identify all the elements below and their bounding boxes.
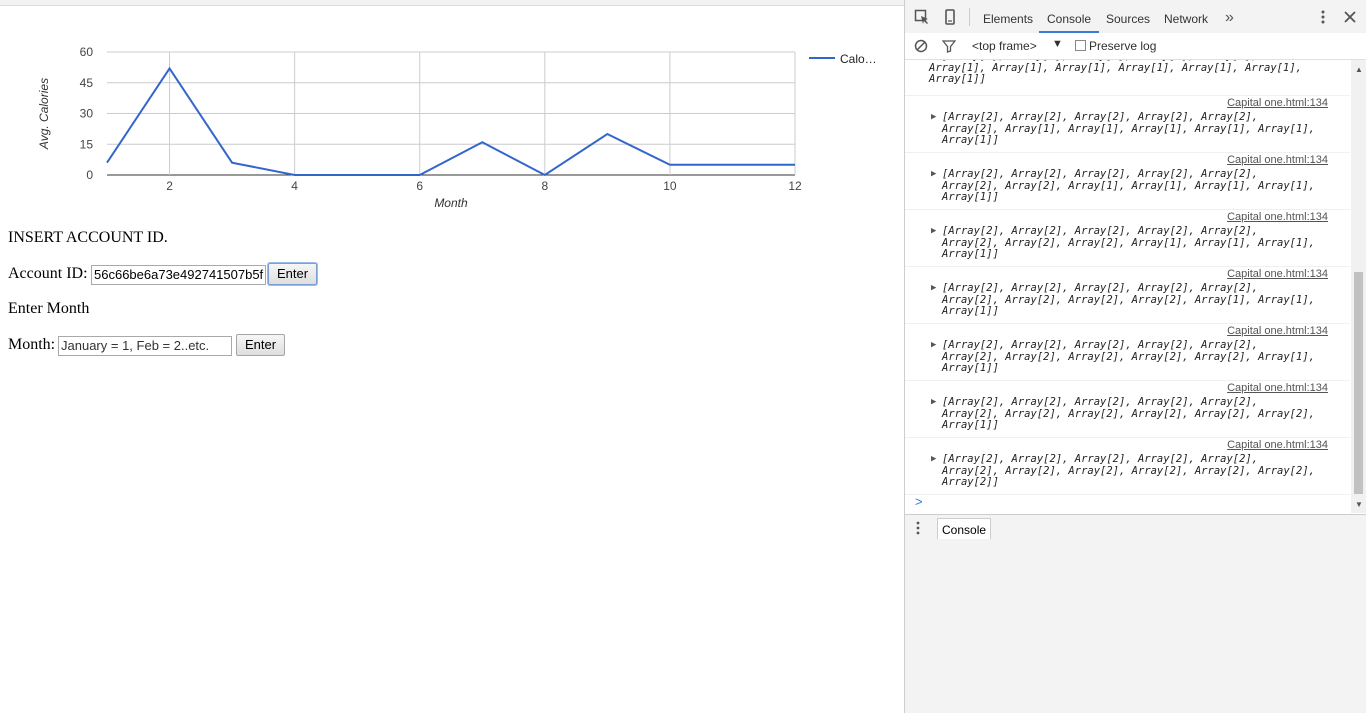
y-tick-label: 45 [80,76,94,90]
log-message: [Array[2], Array[2], Array[2], Array[2],… [942,339,1315,374]
calories-line-chart: 0 15 30 45 60 2 4 6 8 10 12 Calo… Month Avg. Calories [37,45,877,210]
preserve-log-checkbox[interactable] [1075,40,1086,51]
account-enter-button[interactable]: Enter [268,263,318,285]
log-message: [Array[2], Array[2], Array[2], Array[2],… [942,282,1315,317]
x-tick-label: 12 [788,179,802,193]
console-log-entry[interactable]: Capital one.html:134 ▶ [Array[2], Array[2]… [905,95,1350,153]
account-id-input[interactable]: 56c66be6a73e492741507b5f [91,265,266,285]
chevron-down-icon[interactable]: ▼ [1052,38,1063,50]
expand-triangle-icon[interactable]: ▶ [931,340,936,350]
x-tick-label: 10 [663,179,677,193]
log-source-link[interactable]: Capital one.html:134 [1227,154,1328,166]
inspect-icon[interactable] [914,9,930,25]
frame-select[interactable]: <top frame> [972,39,1037,53]
expand-triangle-icon[interactable]: ▶ [931,112,936,122]
toolbar-divider [969,8,970,26]
console-scrollbar[interactable]: ▲ ▼ [1351,60,1366,513]
scroll-thumb[interactable] [1354,272,1363,494]
y-tick-label: 15 [80,137,94,151]
log-source-link[interactable]: Capital one.html:134 [1227,211,1328,223]
y-axis-label: Avg. Calories [37,78,51,150]
console-log-entry[interactable]: Capital one.html:134 ▶ [Array[2], Array[2]… [905,437,1350,495]
month-heading: Enter Month [8,300,90,317]
console-prompt[interactable]: > [915,494,923,509]
log-message: [Array[2], Array[2], Array[2], Array[2],… [942,111,1315,146]
console-log-entry[interactable]: Capital one.html:134 ▶ [Array[2], Array[2]… [905,209,1350,267]
console-log-entry[interactable]: ▶ [Array[2], Array[2], Array[2], Array[2… [905,60,1350,96]
console-filter-bar: <top frame> ▼ Preserve log [905,33,1366,60]
close-icon[interactable] [1342,9,1358,25]
tab-sources[interactable]: Sources [1106,0,1150,33]
x-tick-label: 8 [541,179,548,193]
log-message: [Array[2], Array[2], Array[2], Array[2],… [942,396,1315,431]
console-log-list: ▶ [Array[2], Array[2], Array[2], Array[2… [905,60,1350,513]
scroll-up-icon[interactable]: ▲ [1355,65,1363,74]
log-message: ▶ [Array[2], Array[2], Array[2], Array[2… [929,60,1302,85]
expand-triangle-icon[interactable]: ▶ [931,283,936,293]
drawer-menu-icon[interactable] [915,521,921,535]
log-message: [Array[2], Array[2], Array[2], Array[2],… [942,225,1315,260]
drawer-tab-console[interactable]: Console [937,518,992,539]
log-source-link[interactable]: Capital one.html:134 [1227,97,1328,109]
tab-console[interactable]: Console [1039,0,1100,33]
expand-triangle-icon[interactable]: ▶ [931,454,936,464]
log-source-link[interactable]: Capital one.html:134 [1227,325,1328,337]
log-source-link[interactable]: Capital one.html:134 [1227,439,1328,451]
more-tabs-icon[interactable]: » [1225,0,1234,33]
legend-label: Calo… [840,52,877,66]
log-message: [Array[2], Array[2], Array[2], Array[2],… [942,168,1315,203]
y-tick-label: 30 [80,107,94,121]
log-source-link[interactable]: Capital one.html:134 [1227,268,1328,280]
x-tick-label: 6 [416,179,423,193]
log-source-link[interactable]: Capital one.html:134 [1227,382,1328,394]
tab-elements[interactable]: Elements [983,0,1033,33]
series-line [106,66,795,177]
drawer-body [905,542,1366,713]
account-heading: INSERT ACCOUNT ID. [8,229,168,246]
preserve-log-label: Preserve log [1089,39,1157,53]
scroll-down-icon[interactable]: ▼ [1355,500,1363,509]
expand-triangle-icon[interactable]: ▶ [931,226,936,236]
expand-triangle-icon[interactable]: ▶ [931,397,936,407]
more-vert-icon[interactable] [1315,9,1331,25]
expand-triangle-icon[interactable]: ▶ [931,169,936,179]
clear-console-icon[interactable] [914,39,928,53]
page-content: 0 15 30 45 60 2 4 6 8 10 12 Calo… Month Avg. Calories… [0,6,904,713]
drawer-toolbar: Console [905,514,1366,543]
device-icon[interactable] [942,9,958,25]
account-label: Account ID: [8,265,88,282]
y-tick-label: 0 [86,168,93,182]
devtools-toolbar: Elements Console Sources Network » [905,0,1366,34]
y-tick-label: 60 [80,45,94,59]
x-axis-label: Month [434,196,468,210]
console-log-entry[interactable]: Capital one.html:134 ▶ [Array[2], Array[2]… [905,323,1350,381]
tab-network[interactable]: Network [1164,0,1208,33]
console-log-entry[interactable]: Capital one.html:134 ▶ [Array[2], Array[2]… [905,266,1350,324]
x-tick-label: 2 [166,179,173,193]
console-log-entry[interactable]: Capital one.html:134 ▶ [Array[2], Array[2]… [905,152,1350,210]
devtools-panel: Elements Console Sources Network » <top … [904,0,1366,713]
month-input[interactable]: January = 1, Feb = 2..etc. [58,336,232,356]
x-tick-label: 4 [291,179,298,193]
filter-icon[interactable] [942,39,956,53]
log-message: [Array[2], Array[2], Array[2], Array[2],… [942,453,1315,488]
console-log-entry[interactable]: Capital one.html:134 ▶ [Array[2], Array[2]… [905,380,1350,438]
month-label: Month: [8,336,56,353]
month-enter-button[interactable]: Enter [236,334,286,356]
